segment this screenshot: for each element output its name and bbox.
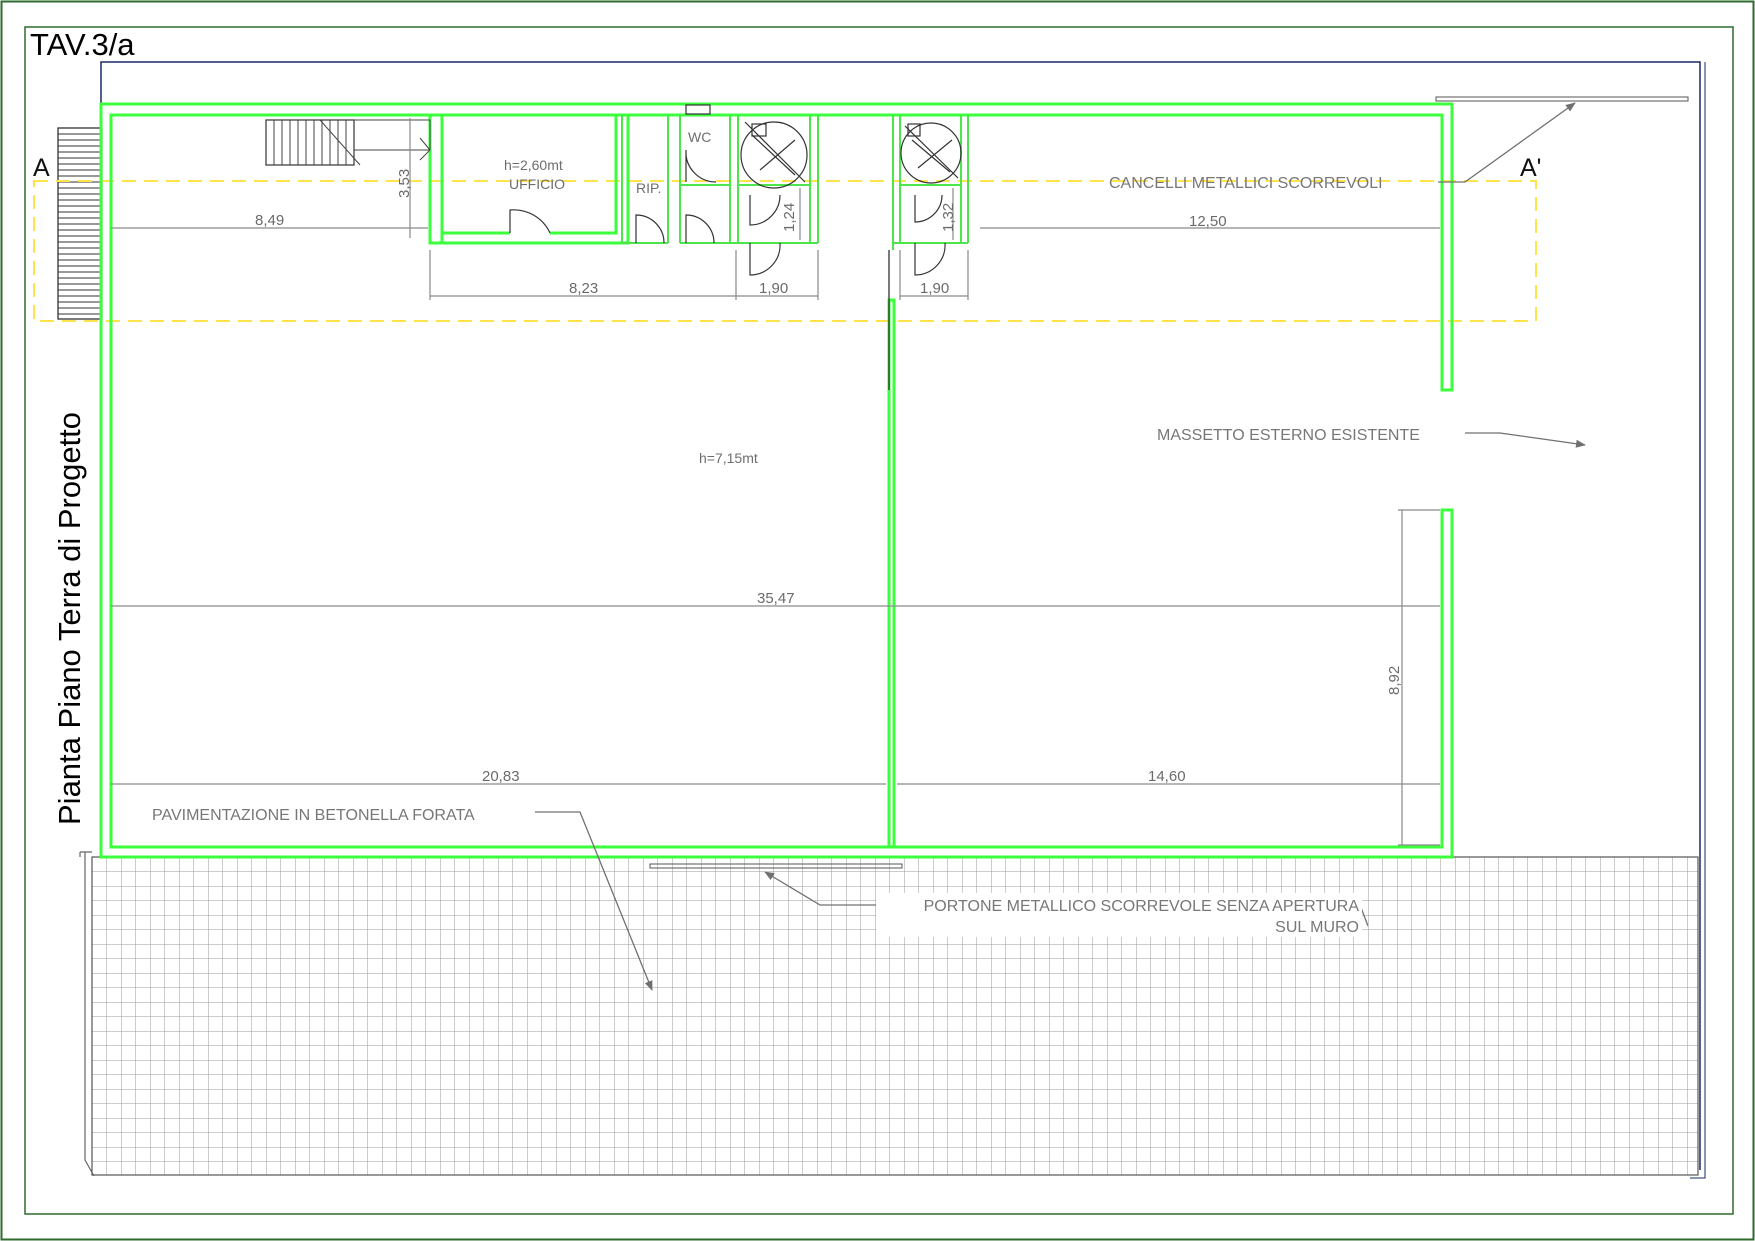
dim-8-92: 8,92 xyxy=(1386,666,1403,695)
screed-annotation: MASSETTO ESTERNO ESISTENTE xyxy=(1157,427,1420,444)
entrance-steps xyxy=(57,127,103,320)
screed-leader xyxy=(1465,432,1586,448)
sliding-gates xyxy=(1435,96,1689,183)
building-walls xyxy=(99,102,1454,859)
staircase xyxy=(265,119,431,166)
hall-height-label: h=7,15mt xyxy=(699,450,758,466)
door-annotation-line1: PORTONE METALLICO SCORREVOLE SENZA APERT… xyxy=(924,898,1360,915)
paving-annotation: PAVIMENTAZIONE IN BETONELLA FORATA xyxy=(152,807,475,824)
dim-35-47: 35,47 xyxy=(757,590,795,607)
dim-3-53: 3,53 xyxy=(396,169,413,198)
dim-1-32: 1,32 xyxy=(940,203,957,232)
gates-annotation: CANCELLI METALLICI SCORREVOLI xyxy=(1109,175,1383,192)
dim-1-24: 1,24 xyxy=(781,203,798,232)
floor-plan-drawing: TAV.3/a A A' Pianta Piano Terra di Proge… xyxy=(0,0,1755,1241)
section-line-a xyxy=(33,180,1537,322)
dim-20-83: 20,83 xyxy=(482,768,520,785)
dim-12-50: 12,50 xyxy=(1189,213,1227,230)
dimension-lines xyxy=(111,118,1440,846)
dim-1-90-b: 1,90 xyxy=(920,280,949,297)
section-label-a-prime: A' xyxy=(1520,154,1541,182)
section-label-a: A xyxy=(33,154,50,182)
door-swings xyxy=(509,104,946,276)
door-annotation-line2: SUL MURO xyxy=(1275,919,1359,936)
dim-14-60: 14,60 xyxy=(1148,768,1186,785)
dim-1-90-a: 1,90 xyxy=(759,280,788,297)
sheet-code: TAV.3/a xyxy=(30,27,135,62)
storage-label: RIP. xyxy=(636,180,661,196)
wc-fixtures xyxy=(740,121,962,189)
dim-8-23: 8,23 xyxy=(569,280,598,297)
office-height-label: h=2,60mt xyxy=(504,157,563,173)
wc-label: WC xyxy=(688,129,711,145)
drawing-title: Pianta Piano Terra di Progetto xyxy=(52,412,87,825)
dim-8-49: 8,49 xyxy=(255,212,284,229)
office-name-label: UFFICIO xyxy=(509,176,565,192)
